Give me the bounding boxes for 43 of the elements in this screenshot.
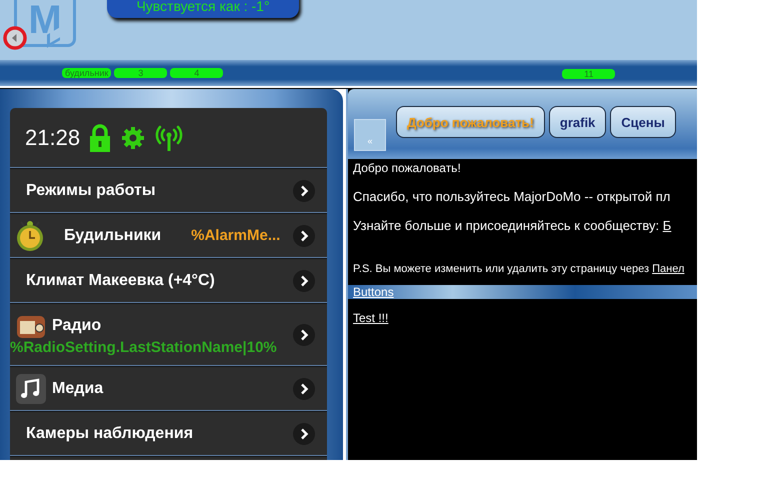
paragraph: Узнайте больше и присоединяйтесь к сообществу: Б bbox=[353, 218, 672, 233]
chevron-right-icon bbox=[293, 378, 315, 400]
back-icon[interactable] bbox=[3, 26, 27, 50]
chevron-right-icon bbox=[293, 180, 315, 202]
status-pill: будильник bbox=[62, 68, 112, 78]
link[interactable]: Панел bbox=[652, 263, 684, 275]
menu-item[interactable]: Радио %RadioSetting.LastStationName|10% bbox=[10, 303, 327, 366]
paragraph: P.S. Вы можете изменить или удалить эту страницу через Панел bbox=[353, 263, 686, 275]
status-pill: 3 bbox=[114, 68, 168, 78]
menu-item-label: Будильники bbox=[64, 226, 162, 244]
status-pill: 11 bbox=[562, 69, 616, 79]
menu-item[interactable]: Камеры наблюдения bbox=[10, 411, 327, 456]
music-note-icon bbox=[16, 374, 46, 404]
logo: M bbox=[14, 0, 76, 47]
paragraph: Спасибо, что пользуйтесь MajorDoMo -- открытой пл bbox=[353, 189, 672, 204]
radio-icon bbox=[16, 313, 46, 339]
link[interactable]: Б bbox=[662, 218, 672, 233]
tab[interactable]: Сцены bbox=[610, 106, 676, 138]
station-name: %RadioSetting.LastStationName|10% bbox=[10, 339, 277, 356]
tab[interactable]: grafik bbox=[548, 106, 606, 138]
alarm-value: %AlarmMe... bbox=[191, 227, 280, 244]
page-title: Добро пожаловать! bbox=[353, 161, 462, 175]
antenna-icon bbox=[155, 124, 184, 150]
menu-item-label: Камеры наблюдения bbox=[25, 424, 194, 442]
chevron-right-icon bbox=[293, 324, 315, 346]
clock-time: 21:28 bbox=[25, 124, 80, 150]
alarm-clock-icon bbox=[16, 220, 44, 252]
menu-item[interactable]: Медиа bbox=[10, 366, 327, 411]
menu-item-label: Климат Макеевка (+4°C) bbox=[25, 272, 215, 290]
chevron-right-icon bbox=[293, 270, 315, 292]
menu-item-label: Медиа bbox=[52, 380, 104, 398]
menu-item-label: Радио bbox=[52, 317, 102, 335]
test-link[interactable]: Test !!! bbox=[353, 311, 388, 325]
weather-text: Чувствуется как : -1° bbox=[107, 0, 299, 18]
menu-item-label: Режимы работы bbox=[25, 182, 156, 200]
chevron-right-icon bbox=[293, 422, 315, 444]
lock-icon bbox=[89, 124, 112, 152]
chevron-right-icon bbox=[293, 224, 315, 246]
menu-item[interactable]: Режимы работы bbox=[10, 168, 327, 213]
menu-item[interactable]: Климат Макеевка (+4°C) bbox=[10, 258, 327, 303]
status-pill: 4 bbox=[170, 68, 224, 78]
menu-item[interactable]: Будильники %AlarmMe... bbox=[10, 213, 327, 258]
section-link[interactable]: Buttons bbox=[353, 285, 394, 299]
